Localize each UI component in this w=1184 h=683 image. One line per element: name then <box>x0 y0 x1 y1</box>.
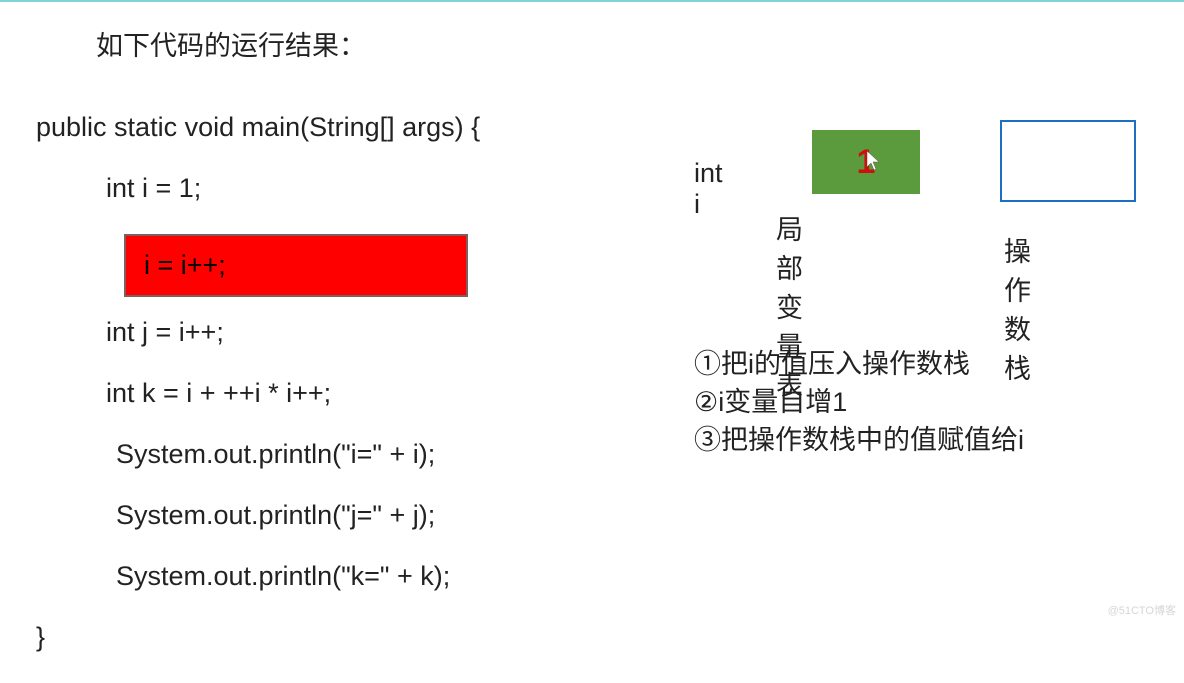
local-var-box: 1 <box>812 130 920 194</box>
code-line-3: int j = i++; <box>36 317 480 348</box>
code-line-5: System.out.println("i=" + i); <box>36 439 480 470</box>
step-3: ③把操作数栈中的值赋值给i <box>694 422 1024 460</box>
code-line-7: System.out.println("k=" + k); <box>36 561 480 592</box>
top-border <box>0 0 1184 2</box>
code-line-2-highlight: i = i++; <box>36 234 480 297</box>
variable-label: int i <box>694 158 723 220</box>
operand-stack-box <box>1000 120 1136 202</box>
code-line-2: i = i++; <box>124 234 468 297</box>
watermark: @51CTO博客 <box>1108 602 1176 618</box>
steps-list: ①把i的值压入操作数栈 ②i变量自增1 ③把操作数栈中的值赋值给i <box>694 346 1024 459</box>
slide-title: 如下代码的运行结果： <box>96 24 366 63</box>
step-2: ②i变量自增1 <box>694 384 1024 422</box>
cursor-icon <box>867 151 881 171</box>
code-line-6: System.out.println("j=" + j); <box>36 500 480 531</box>
local-var-value: 1 <box>857 143 876 182</box>
code-block: public static void main(String[] args) {… <box>36 112 480 683</box>
code-signature: public static void main(String[] args) { <box>36 112 480 143</box>
code-line-1: int i = 1; <box>36 173 480 204</box>
code-end-brace: } <box>36 622 480 653</box>
step-1: ①把i的值压入操作数栈 <box>694 346 1024 384</box>
code-line-4: int k = i + ++i * i++; <box>36 378 480 409</box>
